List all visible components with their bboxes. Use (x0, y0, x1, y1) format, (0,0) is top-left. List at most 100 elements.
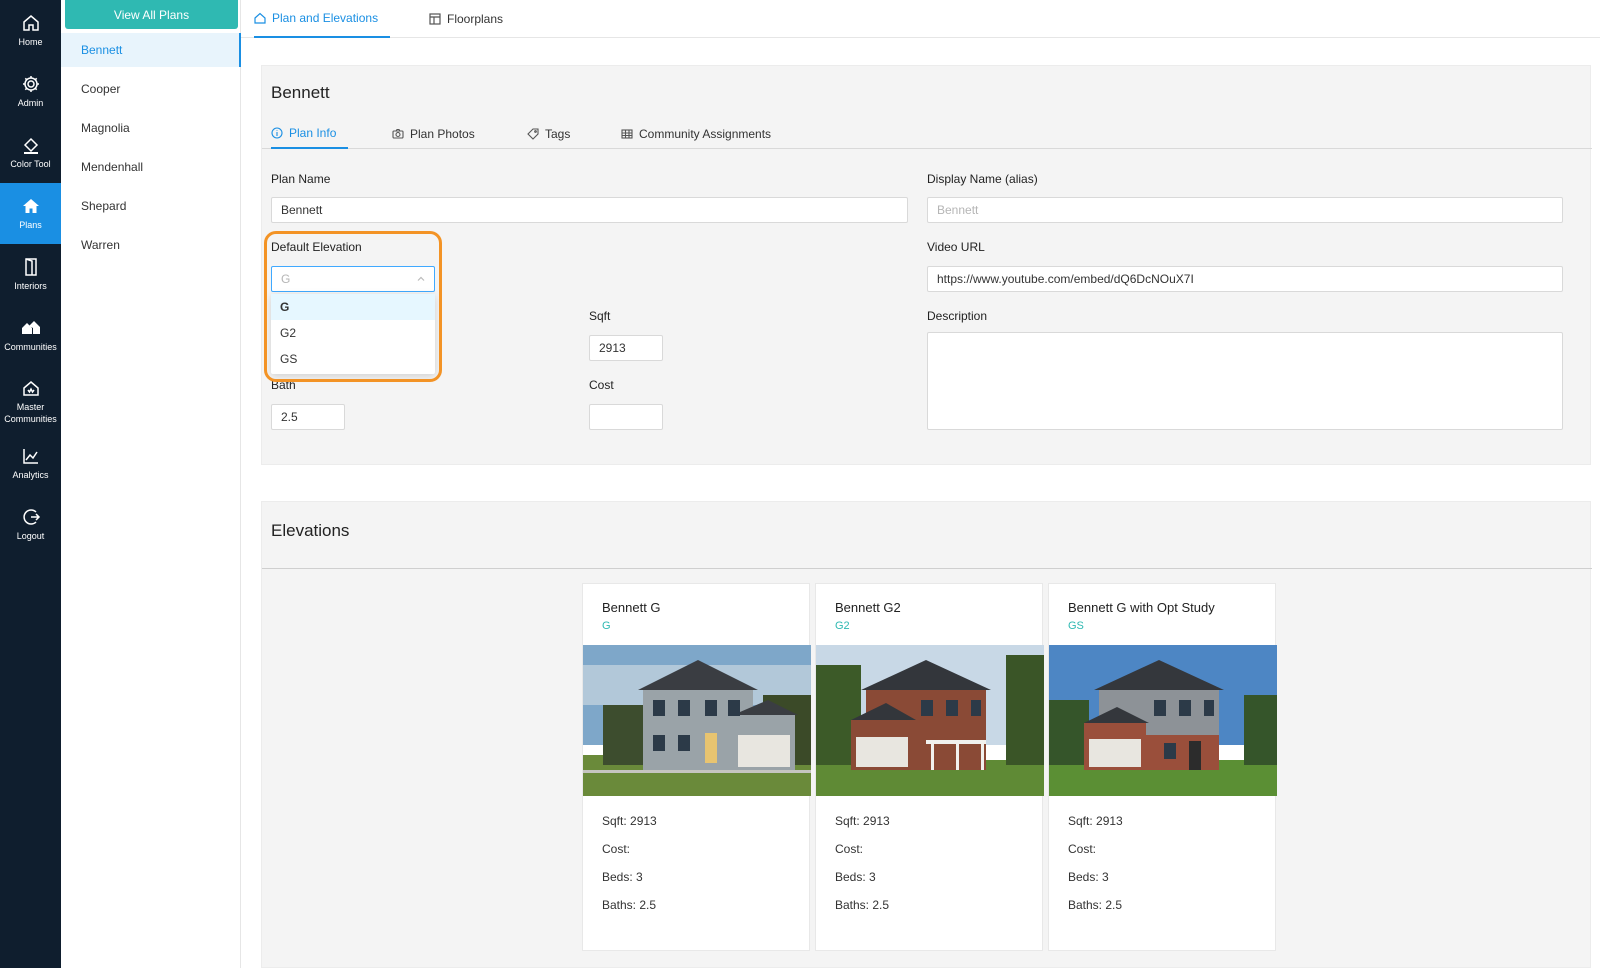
plan-list-item-cooper[interactable]: Cooper (61, 72, 241, 106)
plan-list-item-shepard[interactable]: Shepard (61, 189, 241, 223)
tab-label: Plan and Elevations (272, 11, 379, 25)
view-all-plans-button[interactable]: View All Plans (65, 0, 238, 29)
plan-list: View All Plans Bennett Cooper Magnolia M… (61, 0, 241, 968)
display-name-label: Display Name (alias) (927, 172, 1038, 186)
plan-list-item-warren[interactable]: Warren (61, 228, 241, 262)
plan-info-panel: Bennett Plan Info Plan Photos Tags Commu… (261, 65, 1592, 465)
rail-item-master-communities[interactable]: Master Communities (0, 366, 61, 436)
sqft-label: Sqft (589, 309, 611, 323)
elevation-image (816, 645, 1044, 796)
subtab-plan-info[interactable]: Plan Info (271, 119, 349, 149)
rail-label-interiors: Interiors (14, 281, 47, 291)
elevation-beds: Beds: 3 (602, 870, 643, 884)
elevation-sqft: Sqft: 2913 (602, 814, 657, 828)
houses-icon (21, 321, 40, 334)
gear-icon (22, 76, 39, 92)
home-icon (22, 15, 39, 31)
plan-subtabs: Plan Info Plan Photos Tags Community Ass… (262, 119, 1592, 149)
default-elevation-placeholder: G (281, 272, 291, 286)
elevation-code: G (602, 620, 611, 632)
door-icon (24, 258, 37, 276)
plan-name-label: Plan Name (271, 172, 331, 186)
elevation-code: G2 (835, 620, 850, 632)
tab-floorplans[interactable]: Floorplans (429, 0, 503, 38)
rail-item-color-tool[interactable]: Color Tool (0, 122, 61, 183)
elevation-code: GS (1068, 620, 1084, 632)
elevation-card-gs[interactable]: Bennett G with Opt Study GS Sqft: 2913 C… (1048, 583, 1277, 951)
rail-label-communities: Communities (4, 342, 57, 352)
rail-item-interiors[interactable]: Interiors (0, 244, 61, 305)
rail-item-communities[interactable]: Communities (0, 305, 61, 366)
elevation-sqft: Sqft: 2913 (835, 814, 890, 828)
plan-title: Bennett (271, 83, 330, 102)
rail-label-home: Home (18, 37, 43, 47)
dropdown-option-g[interactable]: G (271, 294, 435, 320)
elevation-cost: Cost: (602, 842, 631, 856)
subtab-plan-photos[interactable]: Plan Photos (392, 119, 475, 149)
rail-label-plans: Plans (19, 220, 42, 230)
subtab-label: Plan Photos (410, 127, 475, 141)
rail-label-logout: Logout (16, 531, 45, 541)
rail-item-plans[interactable]: Plans (0, 183, 61, 244)
elevations-divider (262, 568, 1592, 569)
rail-label-admin: Admin (17, 98, 44, 108)
sqft-input[interactable] (589, 335, 663, 361)
plan-list-item-mendenhall[interactable]: Mendenhall (61, 150, 241, 184)
chevron-up-icon (417, 276, 425, 281)
rail-item-admin[interactable]: Admin (0, 61, 61, 122)
elevation-baths: Baths: 2.5 (835, 898, 890, 912)
default-elevation-select[interactable]: G (271, 266, 435, 292)
video-url-input[interactable] (927, 266, 1563, 292)
elevation-card-g[interactable]: Bennett G G Sqft: 2913 Cost: Beds: 3 Bat… (582, 583, 811, 951)
logout-icon (22, 509, 40, 525)
paint-bucket-icon (23, 137, 38, 154)
table-icon (621, 129, 633, 139)
elevation-cost: Cost: (835, 842, 864, 856)
camera-icon (392, 128, 404, 139)
tab-label: Floorplans (447, 12, 504, 26)
rail-label-color-tool: Color Tool (10, 159, 51, 169)
description-textarea[interactable] (927, 332, 1563, 430)
subtab-tags[interactable]: Tags (527, 119, 570, 149)
cost-input[interactable] (589, 404, 663, 430)
subtab-label: Community Assignments (639, 127, 772, 141)
elevation-sqft: Sqft: 2913 (1068, 814, 1123, 828)
elevation-image (1049, 645, 1277, 796)
elevation-beds: Beds: 3 (1068, 870, 1109, 884)
line-chart-icon (22, 449, 38, 464)
plan-name-input[interactable] (271, 197, 908, 223)
rail-label-analytics: Analytics (12, 470, 49, 480)
subtab-label: Tags (545, 127, 571, 141)
crown-house-icon (22, 380, 39, 396)
subtab-label: Plan Info (289, 126, 337, 140)
display-name-input[interactable] (927, 197, 1563, 223)
icon-rail: Home Admin Color Tool Plans Interiors Co… (0, 0, 61, 968)
elevation-beds: Beds: 3 (835, 870, 876, 884)
dropdown-option-g2[interactable]: G2 (271, 320, 435, 346)
tab-plan-and-elevations[interactable]: Plan and Elevations (254, 0, 391, 38)
bath-input[interactable] (271, 404, 345, 430)
elevation-name: Bennett G (602, 600, 661, 615)
elevation-baths: Baths: 2.5 (1068, 898, 1123, 912)
elevations-title: Elevations (271, 521, 350, 540)
top-tabs: Plan and Elevations Floorplans (241, 0, 1600, 38)
default-elevation-dropdown: G G2 GS (271, 294, 435, 374)
house-icon (22, 199, 39, 213)
plan-list-item-bennett[interactable]: Bennett (61, 33, 241, 67)
dropdown-option-gs[interactable]: GS (271, 346, 435, 372)
tag-icon (527, 128, 539, 140)
rail-item-analytics[interactable]: Analytics (0, 433, 61, 494)
subtab-community-assignments[interactable]: Community Assignments (621, 119, 771, 149)
rail-item-logout[interactable]: Logout (0, 494, 61, 555)
floorplan-icon (429, 13, 441, 25)
default-elevation-label: Default Elevation (271, 240, 362, 254)
plan-list-item-magnolia[interactable]: Magnolia (61, 111, 241, 145)
elevation-card-g2[interactable]: Bennett G2 G2 Sqft: 2913 Cost: Beds: 3 B… (815, 583, 1044, 951)
rail-label-master-communities: Master Communities (4, 401, 57, 424)
elevation-image (583, 645, 811, 796)
elevation-baths: Baths: 2.5 (602, 898, 657, 912)
video-url-label: Video URL (927, 240, 985, 254)
info-icon (271, 127, 283, 139)
home-icon (254, 12, 266, 24)
rail-item-home[interactable]: Home (0, 0, 61, 61)
